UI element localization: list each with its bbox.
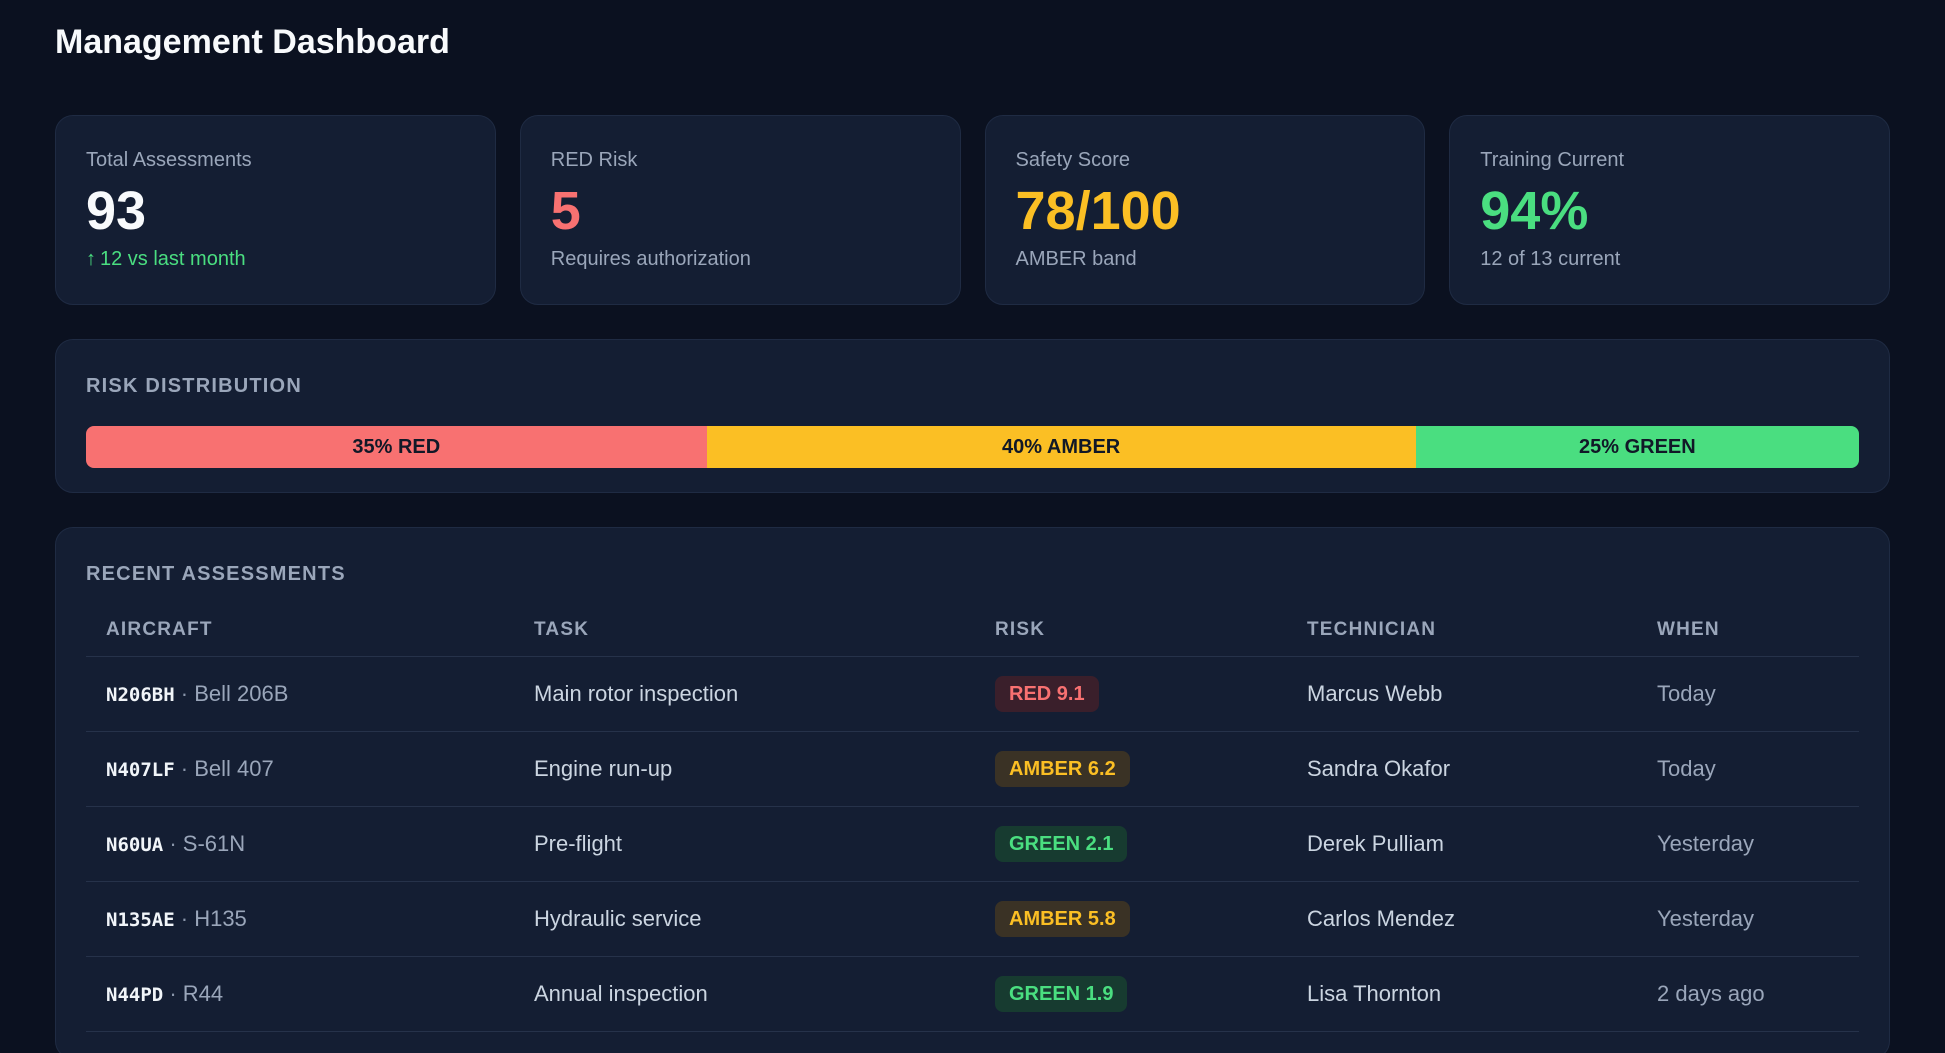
cell-aircraft: N44PD · R44 [86, 956, 514, 1032]
risk-badge: AMBER 6.2 [995, 751, 1130, 787]
assessments-table: AIRCRAFT TASK RISK TECHNICIAN WHEN N206B… [86, 603, 1859, 1032]
cell-risk: AMBER 5.8 [975, 881, 1287, 957]
table-row[interactable]: N206BH · Bell 206B Main rotor inspection R… [86, 656, 1859, 732]
risk-segment-green: 25% GREEN [1415, 426, 1859, 468]
management-dashboard: Management Dashboard Total Assessments 9… [0, 0, 1945, 1053]
cell-risk: GREEN 1.9 [975, 956, 1287, 1032]
tail-number: N135AE [106, 909, 175, 931]
cell-task: Main rotor inspection [514, 656, 975, 732]
section-title: RECENT ASSESSMENTS [86, 563, 346, 585]
separator: · [163, 831, 183, 856]
cell-technician: Marcus Webb [1287, 656, 1637, 732]
cell-technician: Derek Pulliam [1287, 806, 1637, 882]
table-header-row: AIRCRAFT TASK RISK TECHNICIAN WHEN [86, 603, 1859, 657]
stat-card-total-assessments: Total Assessments 93 ↑ 12 vs last month [55, 115, 496, 305]
stat-label: Total Assessments [86, 149, 252, 171]
risk-segment-amber: 40% AMBER [706, 426, 1416, 468]
page-title: Management Dashboard [55, 23, 450, 61]
stat-sub-text: 12 vs last month [100, 248, 246, 270]
aircraft-model: S-61N [182, 831, 246, 856]
separator: · [174, 756, 195, 781]
cell-when: Today [1637, 731, 1859, 807]
stat-value: 78/100 [1015, 181, 1181, 241]
cell-risk: RED 9.1 [975, 656, 1287, 732]
column-header-aircraft[interactable]: AIRCRAFT [86, 603, 514, 657]
cell-aircraft: N60UA · S-61N [86, 806, 514, 882]
tail-number: N60UA [106, 834, 164, 856]
stat-sub-text: AMBER band [1015, 248, 1137, 270]
table-row[interactable]: N407LF · Bell 407 Engine run-up AMBER 6.2 S… [86, 731, 1859, 807]
stat-label: Safety Score [1015, 149, 1131, 171]
recent-assessments-panel: RECENT ASSESSMENTS AIRCRAFT TASK RISK TE… [55, 527, 1890, 1053]
separator: · [163, 981, 183, 1006]
tail-number: N407LF [106, 759, 175, 781]
cell-risk: AMBER 6.2 [975, 731, 1287, 807]
tail-number: N206BH [106, 684, 175, 706]
cell-task: Pre-flight [514, 806, 975, 882]
risk-segment-red: 35% RED [86, 426, 707, 468]
column-header-technician[interactable]: TECHNICIAN [1287, 603, 1637, 657]
cell-when: Today [1637, 656, 1859, 732]
risk-distribution-panel: RISK DISTRIBUTION 35% RED 40% AMBER 25% GR… [55, 339, 1890, 493]
stat-card-safety-score: Safety Score 78/100 AMBER band [984, 115, 1426, 305]
stat-sub-text: Requires authorization [550, 248, 751, 270]
aircraft-model: R44 [182, 981, 224, 1006]
risk-distribution-bar: 35% RED 40% AMBER 25% GREEN [86, 426, 1859, 468]
stat-value: 94% [1480, 181, 1589, 241]
stat-value: 93 [86, 181, 147, 241]
aircraft-model: Bell 206B [194, 681, 289, 706]
aircraft-model: Bell 407 [194, 756, 274, 781]
cell-task: Engine run-up [514, 731, 975, 807]
column-header-when[interactable]: WHEN [1637, 603, 1859, 657]
table-row[interactable]: N135AE · H135 Hydraulic service AMBER 5.8 C… [86, 881, 1859, 957]
cell-technician: Sandra Okafor [1287, 731, 1637, 807]
cell-aircraft: N407LF · Bell 407 [86, 731, 514, 807]
table-row[interactable]: N60UA · S-61N Pre-flight GREEN 2.1 Derek Pu… [86, 806, 1859, 882]
cell-aircraft: N135AE · H135 [86, 881, 514, 957]
cell-task: Hydraulic service [514, 881, 975, 957]
stat-card-red-risk: RED Risk 5 Requires authorization [519, 115, 961, 305]
risk-badge: RED 9.1 [995, 676, 1099, 712]
stats-row: Total Assessments 93 ↑ 12 vs last month R… [55, 115, 1890, 305]
section-title: RISK DISTRIBUTION [86, 375, 302, 397]
cell-when: Yesterday [1637, 806, 1859, 882]
cell-when: Yesterday [1637, 881, 1859, 957]
stat-value: 5 [550, 181, 581, 241]
risk-badge: AMBER 5.8 [995, 901, 1130, 937]
stat-card-training-current: Training Current 94% 12 of 13 current [1449, 115, 1890, 305]
stat-trend: ↑ 12 vs last month [86, 246, 465, 272]
cell-when: 2 days ago [1637, 956, 1859, 1032]
stat-label: RED Risk [550, 149, 638, 171]
column-header-risk[interactable]: RISK [975, 603, 1287, 657]
cell-risk: GREEN 2.1 [975, 806, 1287, 882]
cell-task: Annual inspection [514, 956, 975, 1032]
separator: · [174, 681, 195, 706]
cell-technician: Carlos Mendez [1287, 881, 1637, 957]
cell-aircraft: N206BH · Bell 206B [86, 656, 514, 732]
stat-sub-text: 12 of 13 current [1480, 248, 1621, 270]
risk-badge: GREEN 2.1 [995, 826, 1128, 862]
aircraft-model: H135 [194, 906, 247, 931]
tail-number: N44PD [106, 984, 164, 1006]
separator: · [174, 906, 195, 931]
risk-badge: GREEN 1.9 [995, 976, 1128, 1012]
column-header-task[interactable]: TASK [514, 603, 975, 657]
arrow-up-icon: ↑ [86, 248, 96, 270]
table-row[interactable]: N44PD · R44 Annual inspection GREEN 1.9 Lis… [86, 956, 1859, 1032]
stat-label: Training Current [1480, 149, 1625, 171]
cell-technician: Lisa Thornton [1287, 956, 1637, 1032]
